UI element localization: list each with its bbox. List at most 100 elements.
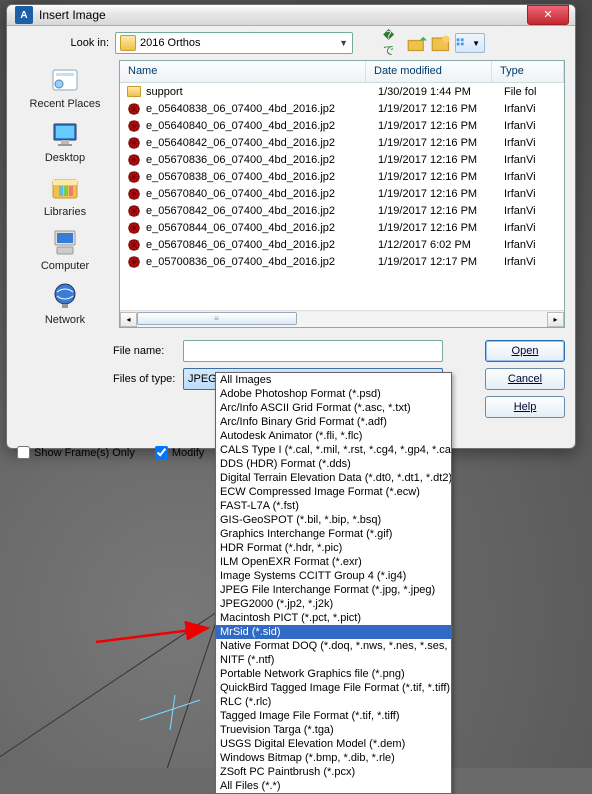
filetype-option[interactable]: USGS Digital Elevation Model (*.dem) — [216, 737, 451, 751]
filetype-option[interactable]: GIS-GeoSPOT (*.bil, *.bip, *.bsq) — [216, 513, 451, 527]
cancel-button[interactable]: Cancel — [485, 368, 565, 390]
show-frames-checkbox[interactable]: Show Frame(s) Only — [17, 446, 135, 459]
file-type: IrfanVi — [504, 171, 564, 183]
column-header-name[interactable]: Name — [120, 61, 366, 82]
lookin-combo[interactable]: 2016 Orthos ▼ — [115, 32, 353, 54]
filetype-option[interactable]: Adobe Photoshop Format (*.psd) — [216, 387, 451, 401]
filetype-option[interactable]: Portable Network Graphics file (*.png) — [216, 667, 451, 681]
help-button[interactable]: Help — [485, 396, 565, 418]
file-type: IrfanVi — [504, 239, 564, 251]
file-date: 1/30/2019 1:44 PM — [378, 86, 504, 98]
filetype-option[interactable]: Native Format DOQ (*.doq, *.nws, *.nes, … — [216, 639, 451, 653]
places-bar: Recent PlacesDesktopLibrariesComputerNet… — [17, 60, 113, 328]
file-type: IrfanVi — [504, 222, 564, 234]
column-header-type[interactable]: Type — [492, 61, 564, 82]
place-desktop[interactable]: Desktop — [20, 116, 110, 166]
file-name: support — [146, 86, 378, 98]
modify-checkbox[interactable]: Modify — [155, 446, 204, 459]
filetype-option[interactable]: Image Systems CCITT Group 4 (*.ig4) — [216, 569, 451, 583]
file-row[interactable]: e_05640840_06_07400_4bd_2016.jp21/19/201… — [120, 117, 564, 134]
file-type: IrfanVi — [504, 137, 564, 149]
file-name: e_05640842_06_07400_4bd_2016.jp2 — [146, 137, 378, 149]
horizontal-scrollbar[interactable]: ◂ ≡ ▸ — [120, 310, 564, 327]
file-date: 1/19/2017 12:16 PM — [378, 188, 504, 200]
file-type: IrfanVi — [504, 120, 564, 132]
filetype-option[interactable]: JPEG2000 (*.jp2, *.j2k) — [216, 597, 451, 611]
chevron-down-icon: ▼ — [339, 38, 348, 48]
file-name: e_05670844_06_07400_4bd_2016.jp2 — [146, 222, 378, 234]
filetype-option[interactable]: Windows Bitmap (*.bmp, *.dib, *.rle) — [216, 751, 451, 765]
filetype-option[interactable]: Macintosh PICT (*.pct, *.pict) — [216, 611, 451, 625]
file-name: e_05670838_06_07400_4bd_2016.jp2 — [146, 171, 378, 183]
up-one-level-icon[interactable] — [407, 33, 427, 53]
file-row[interactable]: e_05700836_06_07400_4bd_2016.jp21/19/201… — [120, 253, 564, 270]
file-row[interactable]: e_05670838_06_07400_4bd_2016.jp21/19/201… — [120, 168, 564, 185]
file-type: File fol — [504, 86, 564, 98]
filetype-option[interactable]: FAST-L7A (*.fst) — [216, 499, 451, 513]
file-name: e_05640838_06_07400_4bd_2016.jp2 — [146, 103, 378, 115]
file-date: 1/19/2017 12:17 PM — [378, 256, 504, 268]
file-row[interactable]: e_05670840_06_07400_4bd_2016.jp21/19/201… — [120, 185, 564, 202]
file-name: e_05670842_06_07400_4bd_2016.jp2 — [146, 205, 378, 217]
back-icon[interactable]: �で — [383, 33, 403, 53]
filetype-option[interactable]: DDS (HDR) Format (*.dds) — [216, 457, 451, 471]
file-date: 1/19/2017 12:16 PM — [378, 137, 504, 149]
filetype-option[interactable]: CALS Type I (*.cal, *.mil, *.rst, *.cg4,… — [216, 443, 451, 457]
file-row[interactable]: e_05670836_06_07400_4bd_2016.jp21/19/201… — [120, 151, 564, 168]
filetype-option[interactable]: Arc/Info ASCII Grid Format (*.asc, *.txt… — [216, 401, 451, 415]
file-date: 1/12/2017 6:02 PM — [378, 239, 504, 251]
file-row[interactable]: e_05670846_06_07400_4bd_2016.jp21/12/201… — [120, 236, 564, 253]
filetype-option[interactable]: ILM OpenEXR Format (*.exr) — [216, 555, 451, 569]
filename-input[interactable] — [183, 340, 443, 362]
jp2-file-icon — [126, 186, 142, 202]
filetype-option[interactable]: QuickBird Tagged Image File Format (*.ti… — [216, 681, 451, 695]
filetype-option[interactable]: HDR Format (*.hdr, *.pic) — [216, 541, 451, 555]
lookin-label: Look in: — [63, 37, 109, 49]
place-computer[interactable]: Computer — [20, 224, 110, 274]
file-row[interactable]: e_05640842_06_07400_4bd_2016.jp21/19/201… — [120, 134, 564, 151]
place-network[interactable]: Network — [20, 278, 110, 328]
jp2-file-icon — [126, 254, 142, 270]
filetype-option[interactable]: ECW Compressed Image Format (*.ecw) — [216, 485, 451, 499]
titlebar[interactable]: A Insert Image ✕ — [7, 5, 575, 26]
filetype-option[interactable]: Graphics Interchange Format (*.gif) — [216, 527, 451, 541]
place-recent-places[interactable]: Recent Places — [20, 62, 110, 112]
filetype-option[interactable]: Autodesk Animator (*.fli, *.flc) — [216, 429, 451, 443]
scroll-right-arrow[interactable]: ▸ — [547, 312, 564, 327]
file-name: e_05670836_06_07400_4bd_2016.jp2 — [146, 154, 378, 166]
filetype-option[interactable]: All Images — [216, 373, 451, 387]
file-date: 1/19/2017 12:16 PM — [378, 171, 504, 183]
filetype-label: Files of type: — [113, 373, 183, 385]
filename-label: File name: — [113, 345, 183, 357]
file-row[interactable]: e_05670844_06_07400_4bd_2016.jp21/19/201… — [120, 219, 564, 236]
filetype-dropdown-list[interactable]: All ImagesAdobe Photoshop Format (*.psd)… — [215, 372, 452, 794]
file-row[interactable]: support1/30/2019 1:44 PMFile fol — [120, 83, 564, 100]
filetype-option[interactable]: ZSoft PC Paintbrush (*.pcx) — [216, 765, 451, 779]
file-row[interactable]: e_05670842_06_07400_4bd_2016.jp21/19/201… — [120, 202, 564, 219]
close-button[interactable]: ✕ — [527, 5, 569, 25]
dialog-title: Insert Image — [39, 8, 106, 22]
filetype-option[interactable]: Digital Terrain Elevation Data (*.dt0, *… — [216, 471, 451, 485]
file-type: IrfanVi — [504, 103, 564, 115]
filetype-option[interactable]: Arc/Info Binary Grid Format (*.adf) — [216, 415, 451, 429]
filetype-option[interactable]: All Files (*.*) — [216, 779, 451, 793]
new-folder-icon[interactable] — [431, 33, 451, 53]
filetype-option[interactable]: NITF (*.ntf) — [216, 653, 451, 667]
scroll-thumb[interactable]: ≡ — [137, 312, 297, 325]
jp2-file-icon — [126, 118, 142, 134]
place-libraries[interactable]: Libraries — [20, 170, 110, 220]
column-header-date[interactable]: Date modified — [366, 61, 492, 82]
filetype-option[interactable]: MrSid (*.sid) — [216, 625, 451, 639]
jp2-file-icon — [126, 220, 142, 236]
filetype-option[interactable]: Truevision Targa (*.tga) — [216, 723, 451, 737]
jp2-file-icon — [126, 152, 142, 168]
filetype-option[interactable]: RLC (*.rlc) — [216, 695, 451, 709]
views-icon[interactable]: ▼ — [455, 33, 485, 53]
file-row[interactable]: e_05640838_06_07400_4bd_2016.jp21/19/201… — [120, 100, 564, 117]
filetype-option[interactable]: Tagged Image File Format (*.tif, *.tiff) — [216, 709, 451, 723]
open-button[interactable]: Open — [485, 340, 565, 362]
file-type: IrfanVi — [504, 188, 564, 200]
scroll-left-arrow[interactable]: ◂ — [120, 312, 137, 327]
filetype-option[interactable]: JPEG File Interchange Format (*.jpg, *.j… — [216, 583, 451, 597]
file-name: e_05700836_06_07400_4bd_2016.jp2 — [146, 256, 378, 268]
